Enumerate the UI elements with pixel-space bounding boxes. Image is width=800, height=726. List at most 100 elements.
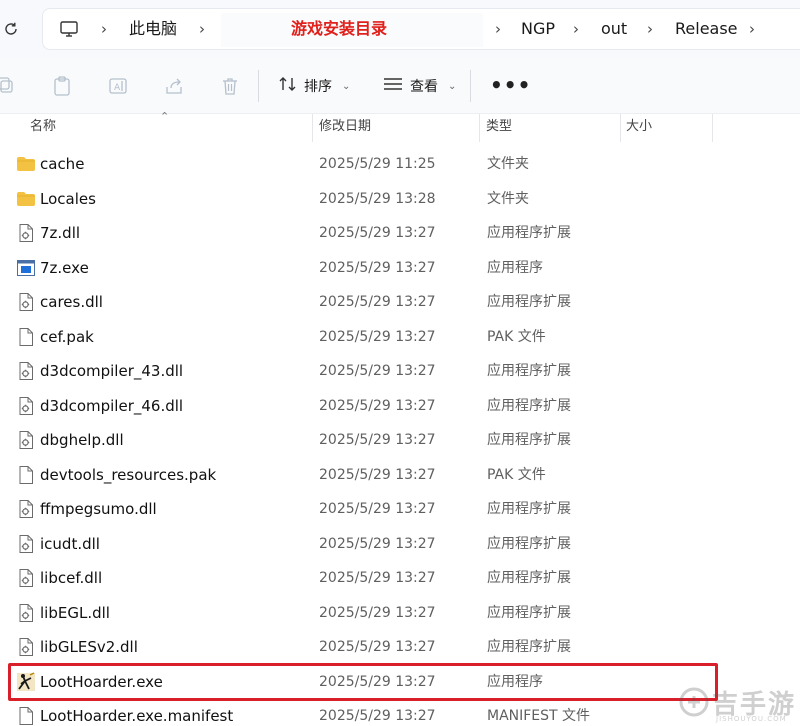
file-name: LootHoarder.exe [40, 672, 163, 691]
refresh-icon[interactable] [0, 18, 22, 40]
toolbar-divider [258, 70, 259, 102]
file-modified-date: 2025/5/29 13:27 [319, 432, 436, 448]
file-row[interactable]: cares.dll 2025/5/29 13:27 应用程序扩展 [0, 285, 800, 320]
column-header-name[interactable]: 名称 [24, 114, 56, 142]
delete-icon[interactable] [218, 74, 242, 98]
chevron-right-icon[interactable]: › [573, 9, 579, 49]
file-row[interactable]: libEGL.dll 2025/5/29 13:27 应用程序扩展 [0, 596, 800, 631]
game-exe-icon [16, 671, 36, 692]
computer-icon [59, 19, 79, 39]
view-label: 查看 [410, 79, 438, 95]
file-row[interactable]: libcef.dll 2025/5/29 13:27 应用程序扩展 [0, 561, 800, 596]
sort-label: 排序 [304, 79, 332, 95]
file-type: 应用程序扩展 [487, 570, 571, 586]
file-modified-date: 2025/5/29 13:27 [319, 259, 436, 276]
breadcrumb-this-pc[interactable]: 此电脑 [129, 9, 177, 49]
file-name: cache [40, 155, 85, 173]
file-type: PAK 文件 [487, 466, 546, 483]
file-name: libGLESv2.dll [40, 638, 138, 656]
file-modified-date: 2025/5/29 11:25 [319, 156, 436, 172]
breadcrumb-ngp[interactable]: NGP [521, 9, 555, 49]
file-type: 文件夹 [487, 156, 529, 172]
file-row[interactable]: dbghelp.dll 2025/5/29 13:27 应用程序扩展 [0, 423, 800, 458]
breadcrumb-out[interactable]: out [601, 9, 627, 49]
file-modified-date: 2025/5/29 13:27 [319, 673, 436, 690]
chevron-down-icon: ⌄ [342, 80, 351, 92]
copy-icon[interactable] [0, 74, 18, 98]
file-name: 7z.dll [40, 224, 81, 242]
file-name: devtools_resources.pak [40, 465, 217, 484]
file-type: 应用程序扩展 [487, 432, 571, 448]
file-type: 应用程序扩展 [487, 501, 571, 517]
file-modified-date: 2025/5/29 13:27 [319, 294, 436, 310]
column-header-type[interactable]: 类型 [480, 114, 512, 142]
paste-icon[interactable] [50, 74, 74, 98]
file-type: MANIFEST 文件 [487, 708, 591, 724]
file-type: PAK 文件 [487, 328, 546, 345]
file-name: cef.pak [40, 327, 94, 346]
chevron-right-icon[interactable]: › [199, 9, 205, 49]
chevron-right-icon[interactable]: › [101, 9, 107, 49]
file-modified-date: 2025/5/29 13:27 [319, 501, 436, 517]
chevron-right-icon[interactable]: › [647, 9, 653, 49]
watermark-subtext: JISHOUYOU.COM [716, 715, 787, 723]
file-row[interactable]: libGLESv2.dll 2025/5/29 13:27 应用程序扩展 [0, 630, 800, 665]
more-options-button[interactable]: ••• [490, 72, 531, 100]
file-name: 7z.exe [40, 258, 89, 277]
file-row[interactable]: 7z.exe 2025/5/29 13:27 应用程序 [0, 251, 800, 286]
file-modified-date: 2025/5/29 13:28 [319, 190, 436, 207]
dll-icon [16, 603, 36, 623]
file-name: cares.dll [40, 293, 103, 311]
column-header-date[interactable]: 修改日期 [313, 114, 371, 142]
file-name: Locales [40, 189, 96, 208]
chevron-down-icon: ⌄ [448, 80, 457, 92]
file-type: 应用程序扩展 [487, 604, 571, 621]
file-list: cache 2025/5/29 11:25 文件夹 Locales 2025/5/29 … [0, 147, 800, 726]
dll-icon [16, 292, 36, 312]
folder-icon [16, 154, 36, 174]
file-name: LootHoarder.exe.manifest [40, 707, 234, 725]
file-type: 应用程序扩展 [487, 225, 571, 241]
rename-icon[interactable]: A [106, 74, 130, 98]
file-row[interactable]: devtools_resources.pak 2025/5/29 13:27 PAK… [0, 458, 800, 493]
sort-button[interactable]: 排序 ⌄ [278, 72, 350, 100]
file-name: d3dcompiler_46.dll [40, 396, 184, 415]
file-row[interactable]: 7z.dll 2025/5/29 13:27 应用程序扩展 [0, 216, 800, 251]
file-row[interactable]: icudt.dll 2025/5/29 13:27 应用程序扩展 [0, 527, 800, 562]
file-type: 应用程序扩展 [487, 294, 571, 310]
chevron-right-icon[interactable]: › [495, 9, 501, 49]
dll-icon [16, 568, 36, 588]
file-row[interactable]: cache 2025/5/29 11:25 文件夹 [0, 147, 800, 182]
dll-icon [16, 361, 36, 381]
file-name: d3dcompiler_43.dll [40, 362, 184, 380]
file-modified-date: 2025/5/29 13:27 [319, 328, 436, 345]
file-row[interactable]: d3dcompiler_43.dll 2025/5/29 13:27 应用程序扩展 [0, 354, 800, 389]
dll-icon [16, 637, 36, 657]
column-header-size[interactable]: 大小 [620, 114, 652, 142]
view-button[interactable]: 查看 ⌄ [382, 72, 456, 100]
file-row[interactable]: Locales 2025/5/29 13:28 文件夹 [0, 182, 800, 217]
command-bar: A 排序 ⌄ 查看 ⌄ ••• [0, 58, 800, 114]
file-row[interactable]: d3dcompiler_46.dll 2025/5/29 13:27 应用程序扩展 [0, 389, 800, 424]
file-modified-date: 2025/5/29 13:27 [319, 708, 436, 724]
watermark-logo-icon [679, 687, 709, 717]
column-divider[interactable] [712, 114, 713, 142]
column-headers: ⌃ 名称 修改日期 类型 大小 [0, 110, 800, 142]
chevron-right-icon[interactable]: › [749, 9, 755, 49]
file-type: 文件夹 [487, 190, 529, 207]
file-icon [16, 706, 36, 726]
file-modified-date: 2025/5/29 13:27 [319, 225, 436, 241]
dll-icon [16, 534, 36, 554]
file-row[interactable]: cef.pak 2025/5/29 13:27 PAK 文件 [0, 320, 800, 355]
file-type: 应用程序扩展 [487, 639, 571, 655]
toolbar-divider [470, 70, 471, 102]
dll-icon [16, 499, 36, 519]
address-bar[interactable]: › 此电脑 › 游戏安装目录 › NGP › out › Release › [42, 8, 800, 50]
file-row[interactable]: ffmpegsumo.dll 2025/5/29 13:27 应用程序扩展 [0, 492, 800, 527]
file-name: libcef.dll [40, 569, 103, 587]
file-modified-date: 2025/5/29 13:27 [319, 466, 436, 483]
file-name: dbghelp.dll [40, 431, 124, 449]
breadcrumb-game-install-dir[interactable]: 游戏安装目录 [291, 11, 387, 47]
share-icon[interactable] [162, 74, 186, 98]
breadcrumb-release[interactable]: Release [675, 9, 738, 49]
